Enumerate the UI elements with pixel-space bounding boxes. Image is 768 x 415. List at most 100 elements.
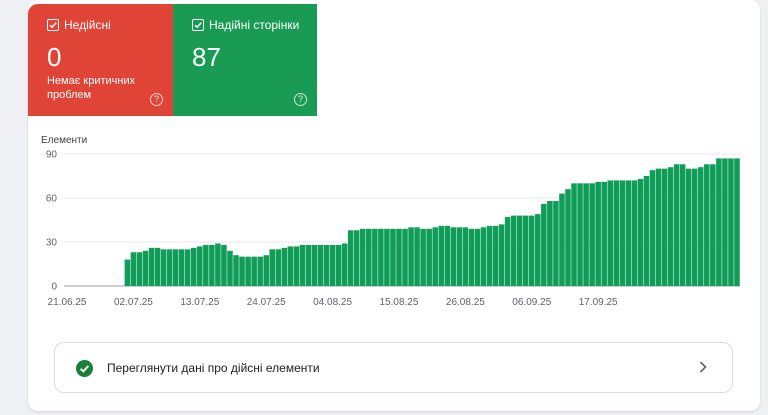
chart-bar <box>462 227 469 286</box>
chart-bar <box>625 180 632 286</box>
chart-bar <box>547 200 553 286</box>
chart-bar <box>378 228 384 286</box>
chart-bar <box>215 243 221 286</box>
chart-bar <box>335 244 342 286</box>
chart-bar <box>197 246 203 286</box>
chart-bar <box>535 214 541 286</box>
chart-bar <box>420 228 426 286</box>
chart-bar <box>637 178 644 286</box>
chart-bar <box>257 256 263 286</box>
chart-bar <box>673 164 680 286</box>
check-circle-icon <box>76 360 93 377</box>
chart-bar <box>510 215 517 286</box>
x-tick-label: 17.09.25 <box>579 297 618 308</box>
chart-bar <box>408 227 414 286</box>
chart-bar <box>154 247 161 286</box>
chart-bar <box>353 230 360 286</box>
chart-bar <box>124 259 131 286</box>
chart-bar <box>281 247 288 286</box>
chart-bar <box>172 249 179 286</box>
chart-bar <box>178 249 185 286</box>
chart-bar <box>577 183 583 286</box>
chart-bar <box>191 247 197 286</box>
chart-bar <box>221 244 227 286</box>
chart-bar <box>450 227 457 286</box>
chart-bar <box>613 180 620 286</box>
chart-bar <box>136 252 143 286</box>
chart-bar <box>366 228 372 286</box>
chart-bar <box>595 181 601 286</box>
chart-bar <box>456 227 463 286</box>
x-tick-label: 06.09.25 <box>512 297 551 308</box>
chart-bar <box>522 215 529 286</box>
chart-bar <box>698 167 704 286</box>
chart-bar <box>655 168 662 286</box>
y-tick-label: 0 <box>51 282 57 293</box>
chart-bar <box>251 256 257 286</box>
chart-bar <box>685 168 692 286</box>
chart-bar <box>275 249 282 286</box>
chart-bar <box>529 215 535 286</box>
chart-bar <box>565 189 571 286</box>
chart-bar <box>438 225 444 286</box>
chart-bar <box>498 224 505 286</box>
chart-bar <box>341 243 348 286</box>
x-tick-label: 13.07.25 <box>180 297 219 308</box>
chart-bar <box>444 225 451 286</box>
chart-bar <box>323 244 330 286</box>
view-valid-items-row[interactable]: Переглянути дані про дійсні елементи <box>54 342 733 393</box>
chart-bar <box>492 225 499 286</box>
chart-bar <box>384 228 390 286</box>
x-tick-label: 02.07.25 <box>114 297 153 308</box>
chart-bar <box>716 158 722 286</box>
chart-bar <box>710 164 716 286</box>
chart-bar <box>468 228 475 286</box>
chart-bar <box>305 244 312 286</box>
chart-bar <box>209 244 215 286</box>
chart-bar <box>227 250 233 286</box>
chart-bar <box>347 230 354 286</box>
chart-bar <box>553 200 559 286</box>
y-tick-label: 30 <box>46 238 58 249</box>
chart-bar <box>329 244 336 286</box>
chart-bar <box>269 249 275 286</box>
chart-bar <box>402 228 408 286</box>
chart-bar <box>722 158 728 286</box>
x-tick-label: 15.08.25 <box>380 297 419 308</box>
chart-bar <box>390 228 396 286</box>
chart-bar <box>239 256 245 286</box>
view-valid-items-label: Переглянути дані про дійсні елементи <box>107 361 320 375</box>
chart-bar <box>311 244 318 286</box>
chart-bar <box>184 249 191 286</box>
chart-bar <box>661 168 668 286</box>
chart-bar <box>414 227 420 286</box>
y-tick-label: 60 <box>46 194 58 205</box>
chart-bar <box>360 228 366 286</box>
chart-bar <box>299 244 306 286</box>
chart-bar <box>432 227 438 286</box>
chart-bar <box>166 249 173 286</box>
chart-bar <box>571 183 577 286</box>
chart-bar <box>734 158 740 286</box>
chart-bar <box>486 225 493 286</box>
chart-bar <box>516 215 523 286</box>
chart-bar <box>607 180 613 286</box>
chart-bar <box>541 203 547 286</box>
chart-bar <box>583 183 589 286</box>
chart-bar <box>643 176 650 286</box>
chart-bar <box>691 168 698 286</box>
chart-bar <box>426 228 432 286</box>
chevron-right-icon <box>698 360 708 379</box>
chart-bar <box>130 252 137 286</box>
chart-bar <box>263 255 269 286</box>
chart-bar <box>504 217 511 286</box>
chart-bar <box>287 246 294 286</box>
chart-bar <box>667 167 674 286</box>
chart-bar <box>679 164 686 286</box>
chart-bar <box>619 180 626 286</box>
chart-bar <box>203 244 209 286</box>
chart-bar <box>372 228 378 286</box>
chart-bar <box>233 255 239 286</box>
chart-bar <box>559 193 565 286</box>
chart-bar <box>148 247 155 286</box>
